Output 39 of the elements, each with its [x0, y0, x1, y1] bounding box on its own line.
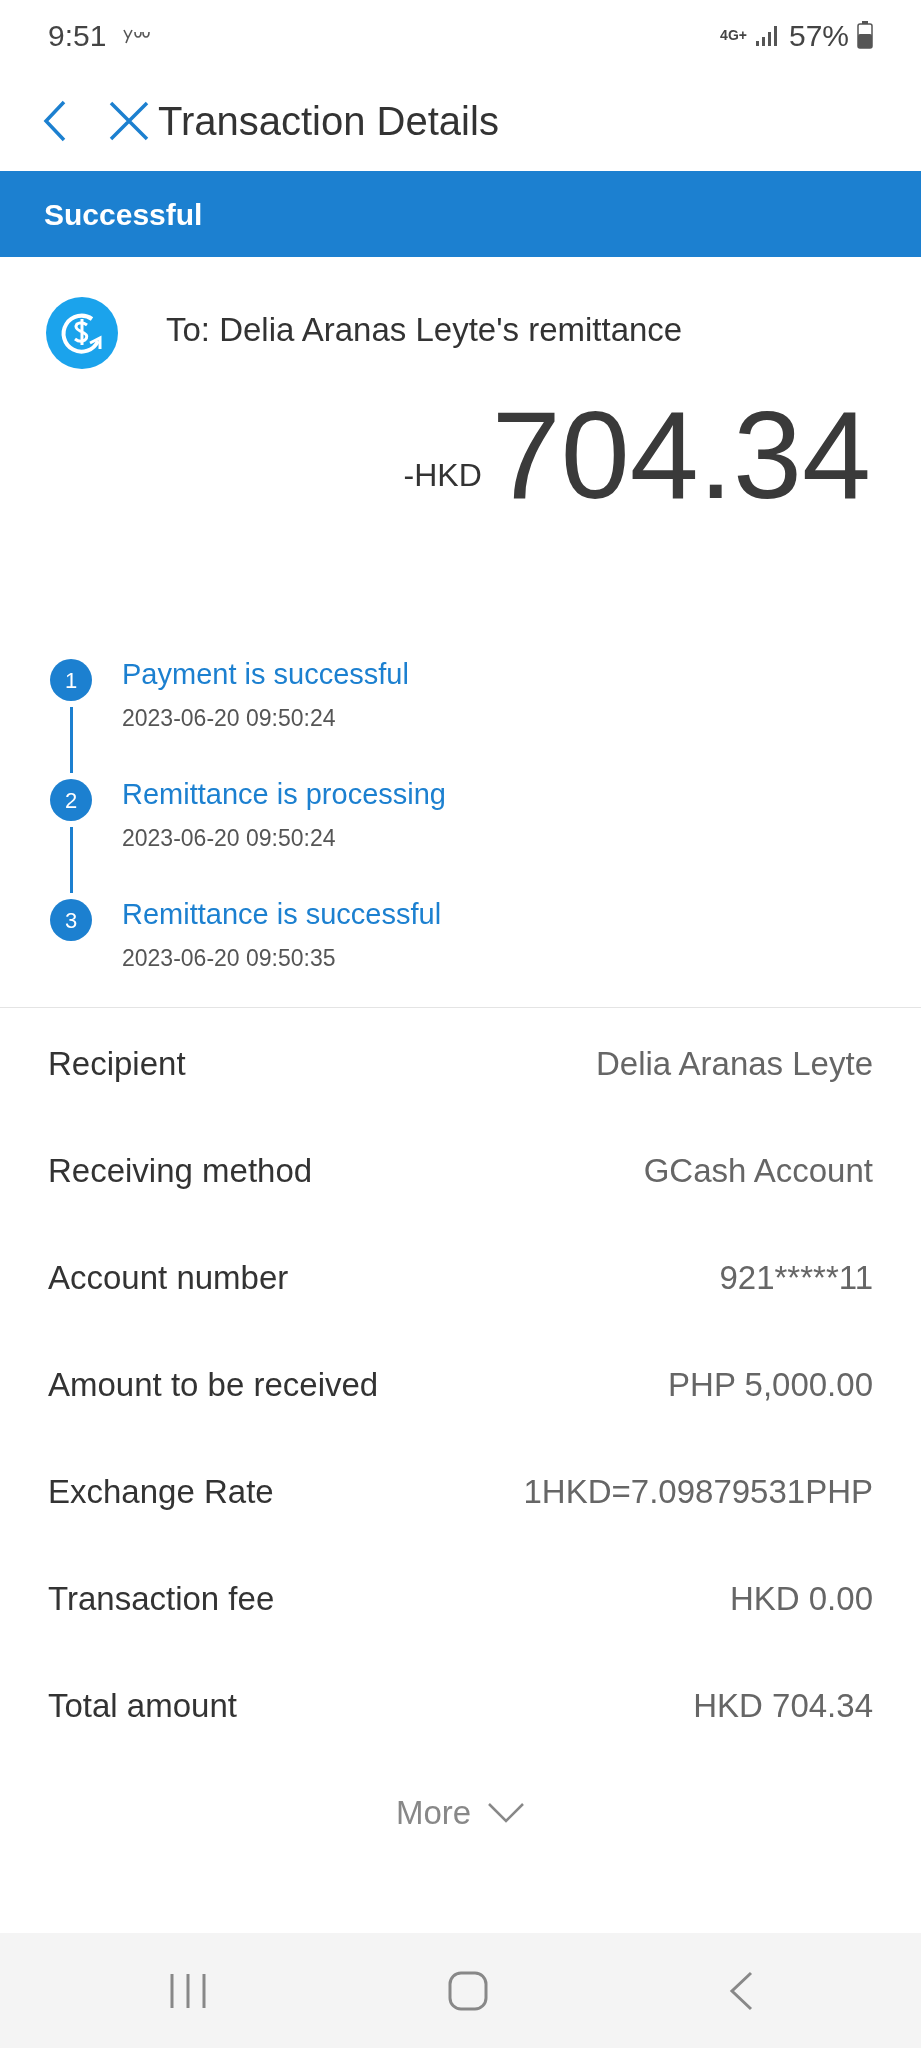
remittance-icon	[46, 297, 118, 369]
step-label: Payment is successful	[122, 659, 409, 691]
currency-label: -HKD	[403, 456, 482, 495]
amount: 704.34	[491, 393, 871, 517]
step-label: Remittance is processing	[122, 779, 446, 811]
recent-apps-icon[interactable]	[168, 1971, 207, 2010]
battery-icon	[857, 21, 873, 49]
step-number: 3	[50, 899, 92, 941]
step-number: 2	[50, 779, 92, 821]
detail-value: 921*****11	[719, 1257, 873, 1298]
detail-label: Receiving method	[48, 1150, 313, 1191]
detail-value: HKD 0.00	[729, 1578, 873, 1619]
close-icon[interactable]	[108, 99, 150, 142]
detail-label: Recipient	[48, 1043, 186, 1084]
detail-label: Total amount	[48, 1685, 237, 1726]
detail-label: Account number	[48, 1257, 289, 1298]
network-label: 4G+	[720, 25, 747, 45]
step-time: 2023-06-20 09:50:24	[122, 703, 337, 733]
step-number: 1	[50, 659, 92, 701]
detail-value: 1HKD=7.09879531PHP	[523, 1471, 873, 1512]
more-button[interactable]: More	[389, 1787, 532, 1839]
detail-value: Delia Aranas Leyte	[596, 1043, 873, 1084]
detail-value: HKD 704.34	[693, 1685, 873, 1726]
step-time: 2023-06-20 09:50:24	[122, 823, 337, 853]
detail-value: PHP 5,000.00	[668, 1364, 873, 1405]
status-banner: Successful	[0, 171, 921, 257]
detail-value: GCash Account	[643, 1150, 873, 1191]
home-icon[interactable]	[447, 1970, 488, 2011]
battery-percent: 57%	[788, 17, 849, 54]
back-nav-icon[interactable]	[728, 1970, 753, 2011]
recipient-line: To: Delia Aranas Leyte's remittance	[166, 310, 683, 350]
step-label: Remittance is successful	[122, 899, 442, 931]
page-title: Transaction Details	[158, 97, 499, 145]
detail-label: Transaction fee	[48, 1578, 275, 1619]
detail-label: Exchange Rate	[48, 1471, 274, 1512]
status-time: 9:51	[48, 17, 107, 54]
step-time: 2023-06-20 09:50:35	[122, 943, 337, 973]
detail-label: Amount to be received	[48, 1364, 379, 1405]
chevron-down-icon	[487, 1801, 526, 1824]
